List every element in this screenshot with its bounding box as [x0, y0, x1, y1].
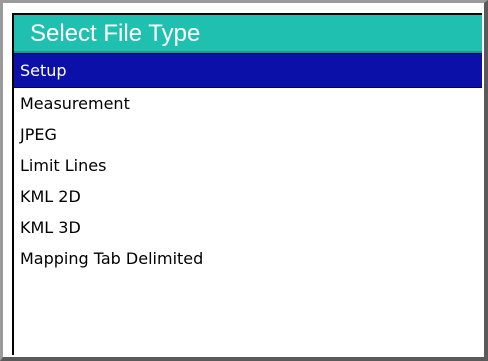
- file-type-item-kml-2d[interactable]: KML 2D: [14, 181, 482, 212]
- dialog-title: Select File Type: [14, 15, 482, 53]
- file-type-item-measurement[interactable]: Measurement: [14, 88, 482, 119]
- file-type-item-limit-lines[interactable]: Limit Lines: [14, 150, 482, 181]
- file-type-item-jpeg[interactable]: JPEG: [14, 119, 482, 150]
- file-type-item-setup[interactable]: Setup: [14, 53, 482, 88]
- file-type-item-mapping-tab-delimited[interactable]: Mapping Tab Delimited: [14, 243, 482, 274]
- select-file-type-dialog: Select File Type Setup Measurement JPEG …: [0, 0, 488, 361]
- dialog-content: Select File Type Setup Measurement JPEG …: [12, 13, 482, 355]
- file-type-list: Setup Measurement JPEG Limit Lines KML 2…: [14, 53, 482, 274]
- file-type-item-kml-3d[interactable]: KML 3D: [14, 212, 482, 243]
